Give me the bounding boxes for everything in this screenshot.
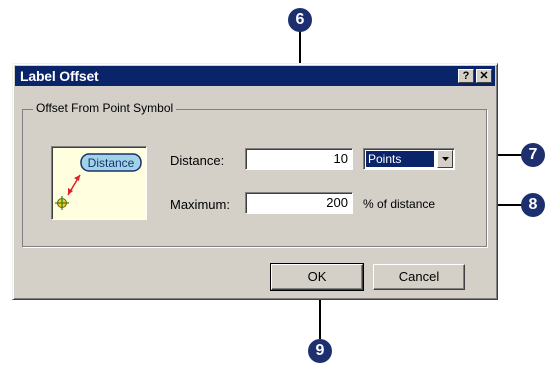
- preview-graphic: Distance: [55, 153, 142, 210]
- distance-input[interactable]: 10: [245, 148, 353, 170]
- maximum-label: Maximum:: [170, 197, 230, 212]
- preview-label-text: Distance: [88, 156, 135, 170]
- maximum-suffix: % of distance: [363, 197, 436, 211]
- callout-6: 6: [288, 8, 312, 32]
- chevron-down-icon: [442, 157, 449, 161]
- help-button[interactable]: ?: [458, 69, 474, 83]
- units-dropdown[interactable]: Points: [363, 148, 455, 170]
- cancel-button[interactable]: Cancel: [373, 264, 465, 290]
- distance-label: Distance:: [170, 153, 225, 168]
- preview-panel: Distance: [51, 146, 147, 220]
- dialog-title: Label Offset: [20, 68, 99, 84]
- label-offset-dialog: Label Offset ? ✕ Offset From Point Symbo…: [12, 63, 498, 300]
- callout-9: 9: [308, 339, 332, 363]
- group-title: Offset From Point Symbol: [33, 101, 177, 115]
- ok-button[interactable]: OK: [270, 263, 364, 291]
- close-button[interactable]: ✕: [476, 69, 492, 83]
- callout-8: 8: [521, 193, 545, 217]
- callout-7: 7: [521, 143, 545, 167]
- maximum-input[interactable]: 200: [245, 192, 353, 214]
- units-selected-value: Points: [366, 151, 434, 167]
- dropdown-arrow-button[interactable]: [437, 150, 453, 168]
- title-bar: Label Offset ? ✕: [15, 66, 495, 86]
